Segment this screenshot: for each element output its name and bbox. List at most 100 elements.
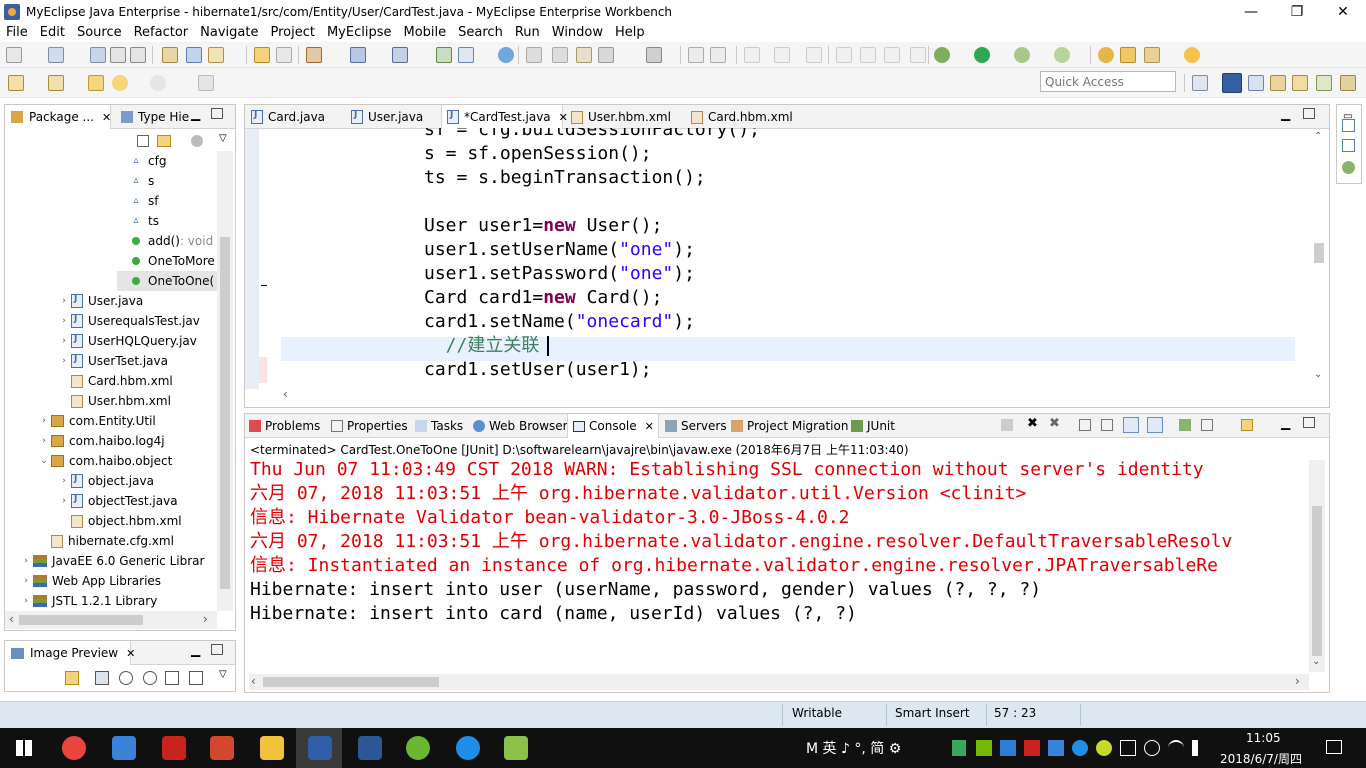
toggle-mark-icon[interactable] [186, 47, 202, 63]
new-package-icon[interactable] [1098, 47, 1114, 63]
menu-refactor[interactable]: Refactor [128, 25, 195, 40]
next-edit-icon[interactable] [8, 75, 24, 91]
powerpoint-icon[interactable] [210, 736, 234, 760]
tree-item[interactable]: OneToOne( [117, 271, 217, 291]
open-type-icon[interactable] [162, 47, 178, 63]
tree-item[interactable]: › com.haibo.log4j [39, 431, 164, 451]
maximize-view-icon[interactable] [211, 644, 223, 655]
editor-hscrollbar[interactable]: ‹ [281, 387, 1311, 405]
chrome-icon[interactable] [62, 736, 86, 760]
word-wrap-icon[interactable] [1123, 417, 1139, 433]
fullscreen-icon[interactable] [189, 671, 203, 685]
hs-icon[interactable] [406, 736, 430, 760]
tray-app-icon[interactable] [1000, 740, 1016, 756]
tool-f-icon[interactable] [710, 47, 726, 63]
expand-arrow-icon[interactable]: › [39, 436, 49, 446]
scroll-left-icon[interactable]: ‹ [283, 387, 288, 401]
tab-properties[interactable]: Properties [331, 415, 408, 437]
tree-item[interactable]: OneToMore [117, 251, 215, 271]
search-tool-icon[interactable] [1144, 47, 1160, 63]
tree-item[interactable]: ⌄ com.haibo.object [39, 451, 172, 471]
shield-icon[interactable] [952, 740, 966, 756]
scroll-down-icon[interactable]: ⌄ [1312, 656, 1320, 667]
wizard-icon[interactable] [458, 47, 474, 63]
editor-tab-card-hbm-xml[interactable]: Card.hbm.xml [691, 106, 793, 128]
tree-item[interactable]: hibernate.cfg.xml [39, 531, 174, 551]
browser-icon[interactable] [392, 47, 408, 63]
nvidia-icon[interactable] [976, 740, 992, 756]
minimize-view-icon[interactable]: ▁ [1281, 107, 1290, 121]
pdf-icon[interactable] [162, 736, 186, 760]
minimize-button[interactable]: — [1228, 0, 1274, 23]
display-console-icon[interactable] [1201, 419, 1213, 431]
debug-icon[interactable] [934, 47, 950, 63]
annotation-icon[interactable] [254, 47, 270, 63]
tray-k-icon[interactable] [1072, 740, 1088, 756]
scroll-left-icon[interactable]: ‹ [251, 674, 256, 688]
tree-item[interactable]: object.hbm.xml [59, 511, 182, 531]
close-icon[interactable]: ✕ [645, 420, 654, 433]
menu-project[interactable]: Project [264, 25, 320, 40]
annotation-next-icon[interactable] [276, 47, 292, 63]
tab-console[interactable]: Console ✕ [567, 414, 659, 438]
console-vscroll-thumb[interactable] [1312, 506, 1322, 656]
tree-item[interactable]: › Web App Libraries [21, 571, 161, 591]
tool-c-icon[interactable] [576, 47, 592, 63]
tree-item[interactable]: › JavaEE 6.0 Generic Librar [21, 551, 204, 571]
tab-problems[interactable]: Problems [249, 415, 320, 437]
editor-tab-cardtest-java[interactable]: *CardTest.java ✕ [441, 105, 568, 129]
tray-qq-icon[interactable] [1048, 740, 1064, 756]
menu-myeclipse[interactable]: MyEclipse [321, 25, 398, 40]
camera-icon[interactable] [646, 47, 662, 63]
menu-source[interactable]: Source [71, 25, 128, 40]
clock-time[interactable]: 11:05 [1246, 731, 1281, 745]
tree-item[interactable]: › object.java [59, 471, 154, 491]
expand-arrow-icon[interactable]: › [39, 416, 49, 426]
editor-tab-user-hbm-xml[interactable]: User.hbm.xml [571, 106, 671, 128]
show-console-icon[interactable] [1147, 417, 1163, 433]
windows-start-icon[interactable] [16, 740, 32, 756]
scroll-lock-icon[interactable] [1101, 419, 1113, 431]
zoom-in-icon[interactable] [143, 671, 157, 685]
menu-navigate[interactable]: Navigate [194, 25, 264, 40]
tree-item[interactable]: ▵ sf [117, 191, 158, 211]
last-edit-icon[interactable] [48, 75, 64, 91]
tab-web-browser[interactable]: Web Browser [473, 415, 568, 437]
team-perspective-icon[interactable] [1340, 75, 1356, 91]
actual-size-icon[interactable] [165, 671, 179, 685]
open-resource-icon[interactable] [208, 47, 224, 63]
tray-plus-icon[interactable] [1096, 740, 1112, 756]
new-class-icon[interactable] [1120, 47, 1136, 63]
sync-icon[interactable] [65, 671, 79, 685]
tool-e-icon[interactable] [688, 47, 704, 63]
print-icon[interactable] [110, 47, 126, 63]
tool-h-icon[interactable] [774, 47, 790, 63]
scroll-left-icon[interactable]: ‹ [9, 612, 14, 626]
tree-scroll-thumb[interactable] [220, 237, 230, 589]
tree-item[interactable]: ▵ ts [117, 211, 158, 231]
task-list-icon[interactable] [1342, 139, 1355, 152]
save-icon[interactable] [48, 47, 64, 63]
tree-item[interactable]: User.hbm.xml [59, 391, 171, 411]
remove-all-icon[interactable]: ✖ [1049, 416, 1060, 431]
java-perspective-icon[interactable] [1248, 75, 1264, 91]
ime-indicator[interactable]: M 英 ♪ °, 简 ⚙ [806, 738, 901, 758]
jee-perspective-icon[interactable] [1270, 75, 1286, 91]
forward-icon[interactable] [150, 75, 166, 91]
pin-console-icon[interactable] [1179, 419, 1191, 431]
terminate-icon[interactable] [1001, 419, 1013, 431]
tree-item[interactable]: › objectTest.java [59, 491, 178, 511]
editor-tab-card-java[interactable]: Card.java [251, 106, 325, 128]
db-perspective-icon[interactable] [1292, 75, 1308, 91]
console-hscroll-thumb[interactable] [263, 677, 439, 687]
myeclipse-perspective-icon[interactable] [1222, 73, 1242, 93]
console-output[interactable]: Thu Jun 07 11:03:49 CST 2018 WARN: Estab… [244, 458, 1308, 670]
tab-tasks[interactable]: Tasks [415, 415, 463, 437]
spring-icon[interactable] [1342, 161, 1355, 174]
zoom-out-icon[interactable] [119, 671, 133, 685]
tool-i-icon[interactable] [806, 47, 822, 63]
expand-arrow-icon[interactable]: › [59, 496, 69, 506]
tab-junit[interactable]: JUnit [851, 415, 895, 437]
tree-item[interactable]: › JSTL 1.2.1 Library [21, 591, 157, 611]
outline-icon[interactable] [1342, 119, 1355, 132]
